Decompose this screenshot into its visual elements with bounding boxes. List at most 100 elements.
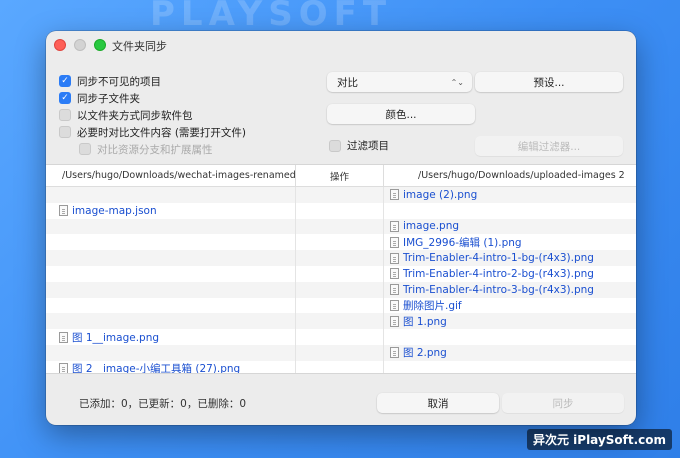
cancel-button[interactable]: 取消 [377, 393, 499, 413]
table-row[interactable]: image.png [46, 218, 636, 235]
checkbox-checked-icon[interactable]: ✓ [59, 75, 71, 87]
left-cell: image-map.json [46, 202, 296, 219]
option-compare-contents[interactable]: 必要时对比文件内容 (需要打开文件) [59, 124, 246, 140]
table-row[interactable]: 图 2__image-小编工具箱 (27).png [46, 360, 636, 373]
mode-select-value: 对比 [337, 76, 358, 89]
document-icon [390, 189, 399, 201]
file-entry[interactable]: image.png [390, 220, 459, 232]
right-cell: Trim-Enabler-4-intro-1-bg-(r4x3).png [384, 250, 636, 266]
file-entry[interactable]: Trim-Enabler-4-intro-2-bg-(r4x3).png [390, 268, 594, 280]
document-icon [390, 268, 399, 280]
action-cell [296, 281, 384, 298]
file-name: image (2).png [403, 188, 478, 201]
checkbox-unchecked-icon[interactable] [329, 139, 341, 152]
edit-filter-button: 编辑过滤器... [475, 136, 623, 156]
document-icon [390, 220, 399, 232]
action-cell [296, 297, 384, 314]
action-cell [296, 313, 384, 330]
left-cell [46, 234, 296, 251]
action-cell [296, 329, 384, 345]
right-cell: Trim-Enabler-4-intro-2-bg-(r4x3).png [384, 266, 636, 282]
option-label: 同步不可见的项目 [77, 75, 161, 88]
file-entry[interactable]: image (2).png [390, 189, 477, 201]
file-name: IMG_2996-编辑 (1).png [403, 236, 522, 249]
checkbox-checked-icon[interactable]: ✓ [59, 92, 71, 104]
table-row[interactable]: 删除图片.gif [46, 297, 636, 314]
checkbox-unchecked-icon[interactable] [59, 109, 71, 121]
zoom-window-button[interactable] [94, 39, 106, 51]
color-button[interactable]: 颜色... [327, 104, 475, 124]
file-entry[interactable]: Trim-Enabler-4-intro-3-bg-(r4x3).png [390, 284, 594, 296]
table-row[interactable]: 图 1__image.png [46, 329, 636, 345]
option-label: 对比资源分支和扩展属性 [97, 143, 213, 156]
action-cell [296, 187, 384, 203]
action-header[interactable]: 操作 [296, 165, 384, 186]
file-entry[interactable]: 删除图片.gif [390, 298, 462, 313]
site-watermark: 异次元 iPlaySoft.com [526, 429, 672, 450]
action-cell [296, 250, 384, 266]
table-row[interactable]: IMG_2996-编辑 (1).png [46, 234, 636, 251]
file-name: Trim-Enabler-4-intro-2-bg-(r4x3).png [403, 267, 594, 280]
option-label: 同步子文件夹 [77, 92, 140, 105]
table-row[interactable]: Trim-Enabler-4-intro-3-bg-(r4x3).png [46, 281, 636, 298]
table-row[interactable]: Trim-Enabler-4-intro-1-bg-(r4x3).png [46, 250, 636, 266]
file-entry[interactable]: Trim-Enabler-4-intro-1-bg-(r4x3).png [390, 252, 594, 264]
left-folder-header[interactable]: /Users/hugo/Downloads/wechat-images-rena… [46, 165, 296, 186]
document-icon [59, 331, 68, 343]
document-icon [390, 284, 399, 296]
option-label: 必要时对比文件内容 (需要打开文件) [77, 126, 247, 139]
table-row[interactable]: image-map.json [46, 202, 636, 219]
filter-label: 过滤项目 [347, 140, 389, 152]
left-cell [46, 265, 296, 282]
option-sync-invisible[interactable]: ✓ 同步不可见的项目 [59, 73, 246, 89]
file-name: image.png [403, 220, 460, 233]
table-header: /Users/hugo/Downloads/wechat-images-rena… [46, 165, 636, 187]
left-cell [46, 344, 296, 361]
left-cell [46, 187, 296, 203]
document-icon [59, 363, 68, 373]
file-entry[interactable]: 图 1__image.png [59, 330, 159, 345]
status-text: 已添加：0，已更新：0，已删除：0 [79, 398, 247, 410]
file-entry[interactable]: image-map.json [59, 205, 157, 217]
mode-select[interactable]: 对比 ⌃⌄ [327, 72, 472, 92]
minimize-window-button[interactable] [74, 39, 86, 51]
document-icon [390, 236, 399, 248]
table-row[interactable]: 图 1.png [46, 313, 636, 330]
file-name: 图 1__image.png [72, 331, 160, 344]
right-cell: 图 1.png [384, 313, 636, 329]
up-down-chevron-icon: ⌃⌄ [450, 77, 464, 87]
document-icon [390, 252, 399, 264]
file-entry[interactable]: 图 2__image-小编工具箱 (27).png [59, 361, 240, 373]
file-name: Trim-Enabler-4-intro-1-bg-(r4x3).png [403, 252, 594, 265]
right-cell: 图 2.png [384, 345, 636, 361]
file-entry[interactable]: 图 1.png [390, 314, 447, 329]
left-cell [46, 250, 296, 266]
action-cell [296, 360, 384, 373]
right-cell [384, 329, 636, 345]
option-label: 以文件夹方式同步软件包 [77, 109, 193, 122]
right-cell: IMG_2996-编辑 (1).png [384, 234, 636, 250]
table-row[interactable]: Trim-Enabler-4-intro-2-bg-(r4x3).png [46, 265, 636, 282]
sync-table: /Users/hugo/Downloads/wechat-images-rena… [46, 164, 636, 374]
right-folder-header[interactable]: /Users/hugo/Downloads/uploaded-images 2 [384, 165, 636, 186]
file-name: Trim-Enabler-4-intro-3-bg-(r4x3).png [403, 283, 594, 296]
action-cell [296, 344, 384, 361]
file-entry[interactable]: IMG_2996-编辑 (1).png [390, 235, 522, 250]
file-name: 删除图片.gif [403, 299, 462, 312]
right-cell [384, 203, 636, 219]
table-row[interactable]: image (2).png [46, 187, 636, 203]
close-window-button[interactable] [54, 39, 66, 51]
document-icon [390, 347, 399, 359]
right-cell: Trim-Enabler-4-intro-3-bg-(r4x3).png [384, 282, 636, 298]
file-entry[interactable]: 图 2.png [390, 345, 447, 360]
right-cell: image (2).png [384, 187, 636, 203]
left-cell: 图 2__image-小编工具箱 (27).png [46, 360, 296, 373]
option-packages-as-folders[interactable]: 以文件夹方式同步软件包 [59, 107, 246, 123]
option-sync-subfolders[interactable]: ✓ 同步子文件夹 [59, 90, 246, 106]
table-row[interactable]: 图 2.png [46, 344, 636, 361]
checkbox-unchecked-icon[interactable] [59, 126, 71, 138]
file-name: 图 1.png [403, 315, 447, 328]
filter-option[interactable]: 过滤项目 [329, 138, 389, 153]
preset-button[interactable]: 预设... [475, 72, 623, 92]
left-cell [46, 218, 296, 235]
